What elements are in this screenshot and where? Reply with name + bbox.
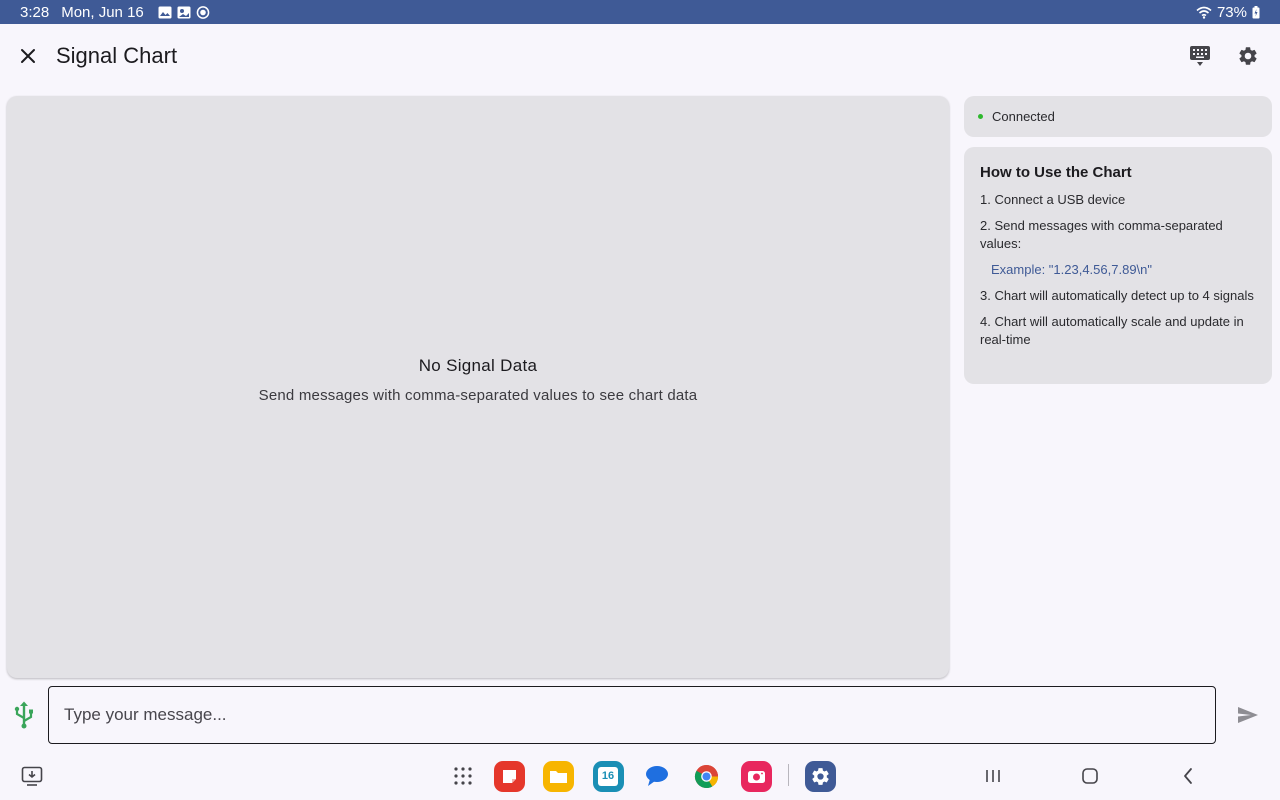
status-dot	[978, 114, 983, 119]
settings-button[interactable]	[1228, 36, 1268, 76]
notes-app-icon	[493, 760, 525, 792]
send-icon	[1238, 707, 1258, 723]
battery-charging-icon	[1252, 5, 1260, 18]
calendar-app-icon: 16	[592, 760, 624, 792]
home-icon	[1082, 768, 1098, 784]
notes-app[interactable]	[493, 760, 525, 792]
chrome-app-icon	[694, 764, 718, 788]
home-button[interactable]	[1074, 760, 1106, 792]
camera-app-icon	[740, 760, 772, 792]
app-drawer-button[interactable]	[447, 760, 479, 792]
nav-divider	[788, 764, 789, 786]
back-icon	[1184, 768, 1192, 784]
settings-app[interactable]	[804, 760, 836, 792]
navigation-bar: 16	[0, 752, 1280, 800]
files-app-icon	[542, 760, 574, 792]
help-step-3: 3. Chart will automatically detect up to…	[980, 288, 1254, 303]
recents-icon	[986, 770, 1000, 782]
chrome-app[interactable]	[690, 760, 722, 792]
app-drawer-icon	[454, 767, 472, 785]
recents-button[interactable]	[977, 760, 1009, 792]
photo-icon	[177, 6, 191, 18]
chart-panel: No Signal Data Send messages with comma-…	[7, 96, 949, 678]
screen-recorder-button[interactable]	[16, 760, 48, 792]
calendar-app[interactable]: 16	[592, 760, 624, 792]
status-date: Mon, Jun 16	[61, 3, 144, 21]
camera-app[interactable]	[740, 760, 772, 792]
status-time: 3:28	[20, 3, 50, 21]
help-example: Example: "1.23,4.56,7.89\n"	[991, 262, 1153, 277]
wifi-icon	[1196, 6, 1212, 19]
files-app[interactable]	[542, 760, 574, 792]
usb-connection-button[interactable]	[10, 700, 38, 730]
help-step-1: 1. Connect a USB device	[980, 192, 1126, 207]
screen-recorder-icon	[21, 766, 43, 786]
messages-app-icon	[646, 766, 668, 786]
settings-gear-icon	[1239, 47, 1257, 65]
page-title: Signal Chart	[56, 43, 178, 68]
settings-app-icon	[804, 760, 836, 792]
messages-app[interactable]	[641, 760, 673, 792]
app-notification-icon	[196, 5, 210, 19]
connection-status-text: Connected	[992, 109, 1055, 124]
back-button[interactable]	[1172, 760, 1204, 792]
keyboard-button[interactable]	[1180, 36, 1220, 76]
help-title: How to Use the Chart	[980, 164, 1132, 181]
help-step-4: 4. Chart will automatically scale and up…	[980, 314, 1244, 347]
connection-status-card: Connected	[964, 96, 1272, 137]
gallery-icon	[158, 6, 172, 18]
keyboard-icon	[1190, 46, 1210, 66]
send-button[interactable]	[1232, 700, 1264, 730]
help-card: How to Use the Chart 1. Connect a USB de…	[964, 147, 1272, 384]
app-bar: Signal Chart	[0, 24, 1280, 88]
close-icon	[21, 49, 35, 63]
calendar-day: 16	[598, 766, 618, 786]
close-button[interactable]	[0, 28, 56, 84]
empty-state-subtitle: Send messages with comma-separated value…	[258, 387, 698, 404]
battery-percent: 73%	[1216, 3, 1247, 21]
usb-icon	[14, 701, 33, 729]
help-step-2: 2. Send messages with comma-separated va…	[980, 218, 1223, 251]
status-bar: 3:28 Mon, Jun 16 73%	[0, 0, 1280, 24]
empty-state-title: No Signal Data	[418, 356, 538, 375]
message-input[interactable]	[48, 686, 1216, 744]
